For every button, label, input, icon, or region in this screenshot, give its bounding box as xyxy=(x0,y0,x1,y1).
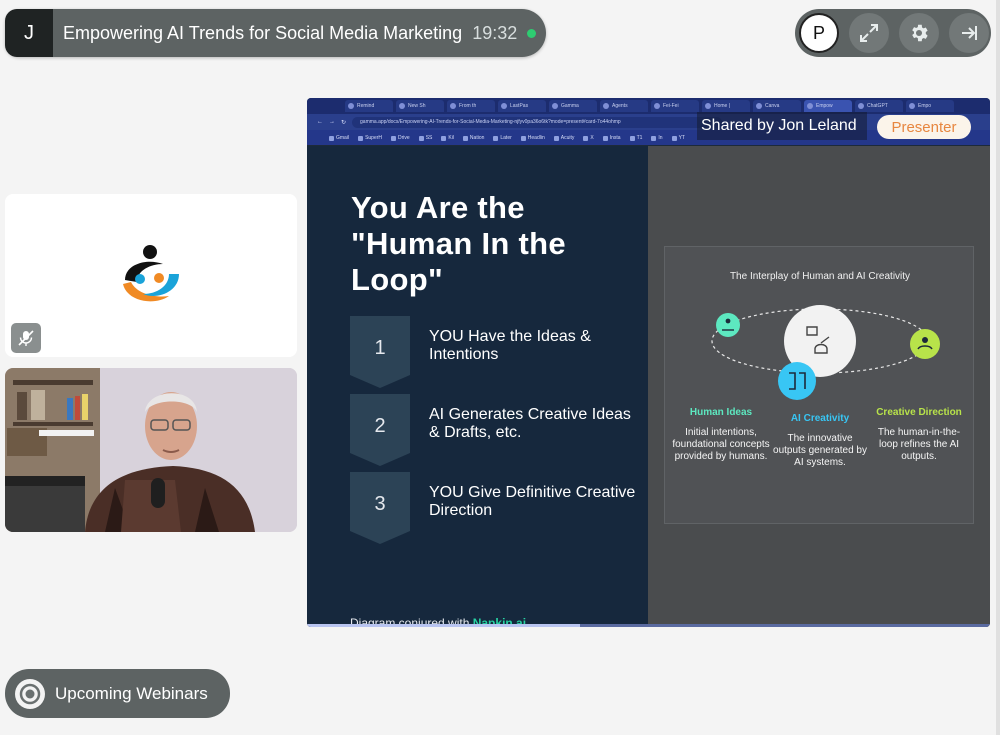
bookmark-item[interactable]: Kil xyxy=(441,135,454,141)
step-3: 3 YOU Give Definitive Creative Direction xyxy=(350,472,640,544)
mic-muted-badge xyxy=(11,323,41,353)
creative-direction-text: The human-in-the-loop refines the AI out… xyxy=(877,427,961,462)
step-1: 1 YOU Have the Ideas & Intentions xyxy=(350,316,640,388)
webinars-label: Upcoming Webinars xyxy=(55,683,208,703)
browser-tab[interactable]: LastPas xyxy=(498,100,546,112)
bookmark-item[interactable]: T1 xyxy=(629,135,642,141)
shared-by-label: Shared by Jon Leland xyxy=(697,112,867,140)
step-text: YOU Give Definitive Creative Direction xyxy=(429,484,636,519)
live-indicator xyxy=(527,28,537,38)
browser-tab[interactable]: New Sh xyxy=(396,100,444,112)
step-2: 2 AI Generates Creative Ideas & Drafts, … xyxy=(350,394,640,466)
browser-tab[interactable]: Agents xyxy=(600,100,648,112)
meeting-controls: P xyxy=(795,9,991,57)
forward-icon: → xyxy=(329,119,335,125)
browser-url: gamma.app/docs/Empowering-AI-Trends-for-… xyxy=(352,116,723,128)
browser-tab[interactable]: Empo xyxy=(906,100,954,112)
bookmark-item[interactable]: SS xyxy=(418,135,432,141)
browser-tab[interactable]: From th xyxy=(447,100,495,112)
meeting-title: Empowering AI Trends for Social Media Ma… xyxy=(63,22,463,43)
diagram-card: The Interplay of Human and AI Creativity… xyxy=(664,246,974,524)
bookmark-item[interactable]: Gmail xyxy=(329,135,349,141)
host-avatar: J xyxy=(5,9,53,57)
bookmark-item[interactable]: Drive xyxy=(391,135,410,141)
bookmark-item[interactable]: Nation xyxy=(462,135,484,141)
orbit-diagram xyxy=(711,305,940,400)
upcoming-webinars-button[interactable]: Upcoming Webinars xyxy=(5,669,230,718)
participant-video-feed xyxy=(5,368,297,532)
participant-tile-logo[interactable] xyxy=(5,194,297,357)
bookmark-item[interactable]: Headlin xyxy=(520,135,545,141)
organization-logo xyxy=(123,245,179,302)
meeting-timer: 19:32 xyxy=(472,22,518,43)
settings-button[interactable] xyxy=(899,13,939,53)
bookmark-item[interactable]: Acuity xyxy=(553,135,574,141)
mic-off-icon xyxy=(18,330,34,346)
user-avatar-button[interactable]: P xyxy=(799,13,839,53)
shared-screen[interactable]: Remind New Sh From th LastPas Gamma Agents Fei… xyxy=(307,98,990,627)
browser-tab[interactable]: ChatGPT xyxy=(855,100,903,112)
expand-icon xyxy=(860,24,878,42)
step-number: 3 xyxy=(350,472,410,544)
browser-tab[interactable]: Canva xyxy=(753,100,801,112)
back-icon: ← xyxy=(317,119,323,125)
gear-icon xyxy=(912,24,928,42)
human-ideas-heading: Human Ideas xyxy=(689,407,753,418)
fullscreen-button[interactable] xyxy=(849,13,889,53)
browser-tab[interactable]: Gamma xyxy=(549,100,597,112)
step-text: AI Generates Creative Ideas & Drafts, et… xyxy=(429,406,631,441)
ai-creativity-heading: AI Creativity xyxy=(790,413,850,424)
diagram-title: The Interplay of Human and AI Creativity xyxy=(729,271,911,282)
slide-progress-bar xyxy=(307,624,990,627)
browser-tab[interactable]: Home | xyxy=(702,100,750,112)
slide-left-panel: You Are the "Human In the Loop" 1 YOU Ha… xyxy=(307,146,648,627)
webinars-icon xyxy=(15,678,45,709)
bookmark-item[interactable]: In xyxy=(651,135,663,141)
bookmark-item[interactable]: Insta xyxy=(602,135,621,141)
browser-tab[interactable]: Fei-Fei xyxy=(651,100,699,112)
browser-tab-bar: Remind New Sh From th LastPas Gamma Agents Fei… xyxy=(307,98,990,114)
creative-direction-heading: Creative Direction xyxy=(876,407,962,418)
browser-tab[interactable]: Remind xyxy=(345,100,393,112)
slide-title: You Are the "Human In the Loop" xyxy=(351,190,566,297)
leave-button[interactable] xyxy=(949,13,989,53)
exit-icon xyxy=(962,26,977,40)
meeting-title-bar[interactable]: J Empowering AI Trends for Social Media … xyxy=(5,9,546,57)
bookmark-item[interactable]: YT xyxy=(671,135,685,141)
reload-icon: ↻ xyxy=(341,119,347,126)
participant-tile-video[interactable] xyxy=(5,368,297,532)
browser-tab[interactable]: Empow xyxy=(804,100,852,112)
ai-creativity-text: The innovative outputs generated by AI s… xyxy=(773,433,867,468)
step-number: 2 xyxy=(350,394,410,466)
page-scrollbar[interactable] xyxy=(996,0,1000,735)
step-number: 1 xyxy=(350,316,410,388)
presenter-badge[interactable]: Presenter xyxy=(877,115,971,139)
bookmark-item[interactable]: X xyxy=(583,135,594,141)
bookmark-item[interactable]: Later xyxy=(493,135,512,141)
step-text: YOU Have the Ideas & Intentions xyxy=(429,328,591,363)
bookmark-item[interactable]: SuperH xyxy=(358,135,382,141)
human-ideas-text: Initial intentions, foundational concept… xyxy=(672,427,770,462)
